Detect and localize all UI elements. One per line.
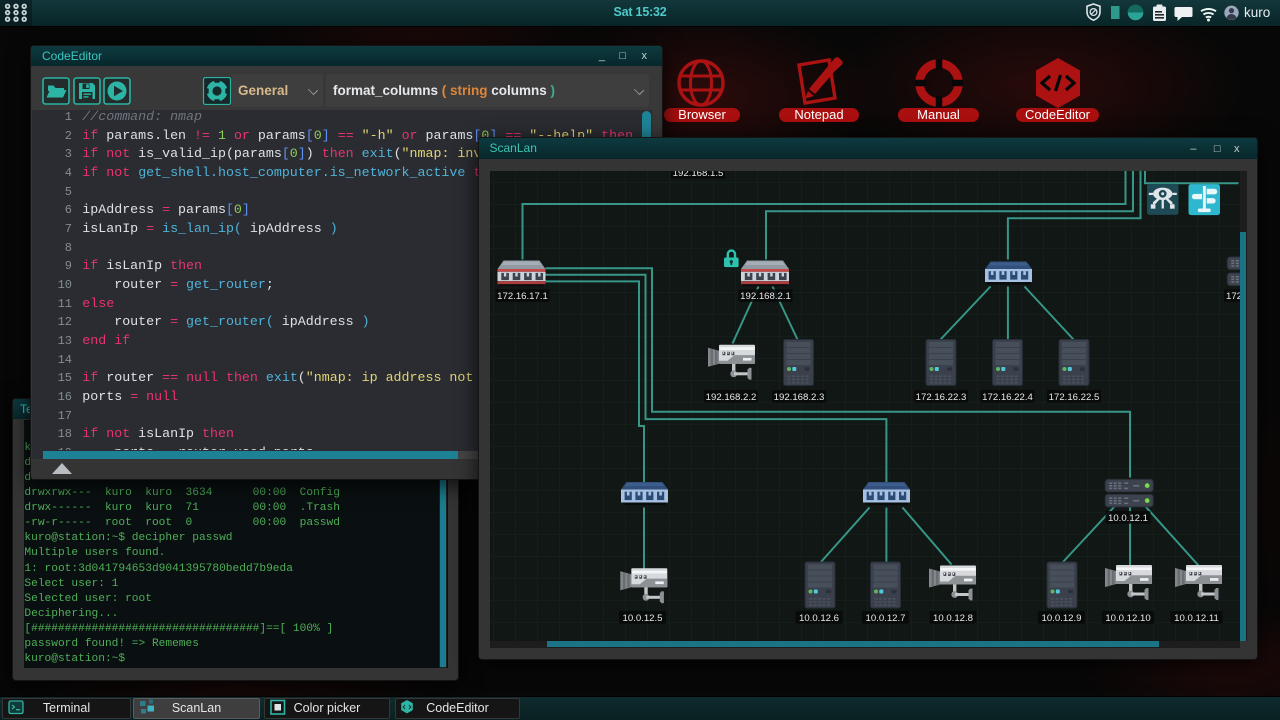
svg-text:192.168.2.1: 192.168.2.1	[740, 291, 791, 302]
svg-text:172.16.22.3: 172.16.22.3	[915, 391, 966, 402]
svg-text:192.168.1.5: 192.168.1.5	[672, 171, 723, 179]
svg-text:172.16.17.1: 172.16.17.1	[497, 291, 548, 302]
svg-text:10.0.12.5: 10.0.12.5	[622, 612, 662, 623]
svg-text:172.: 172.	[1226, 291, 1240, 302]
svg-text:10.0.12.7: 10.0.12.7	[865, 612, 905, 623]
svg-text:172.16.22.4: 172.16.22.4	[982, 391, 1033, 402]
svg-text:10.0.12.9: 10.0.12.9	[1041, 612, 1081, 623]
svg-text:192.168.2.2: 192.168.2.2	[705, 391, 756, 402]
svg-text:10.0.12.10: 10.0.12.10	[1105, 612, 1150, 623]
svg-text:10.0.12.11: 10.0.12.11	[1174, 612, 1219, 623]
svg-text:192.168.2.3: 192.168.2.3	[773, 391, 824, 402]
svg-text:10.0.12.8: 10.0.12.8	[932, 612, 972, 623]
svg-text:172.16.22.5: 172.16.22.5	[1048, 391, 1099, 402]
svg-text:10.0.12.1: 10.0.12.1	[1107, 512, 1147, 523]
svg-text:10.0.12.6: 10.0.12.6	[798, 612, 838, 623]
